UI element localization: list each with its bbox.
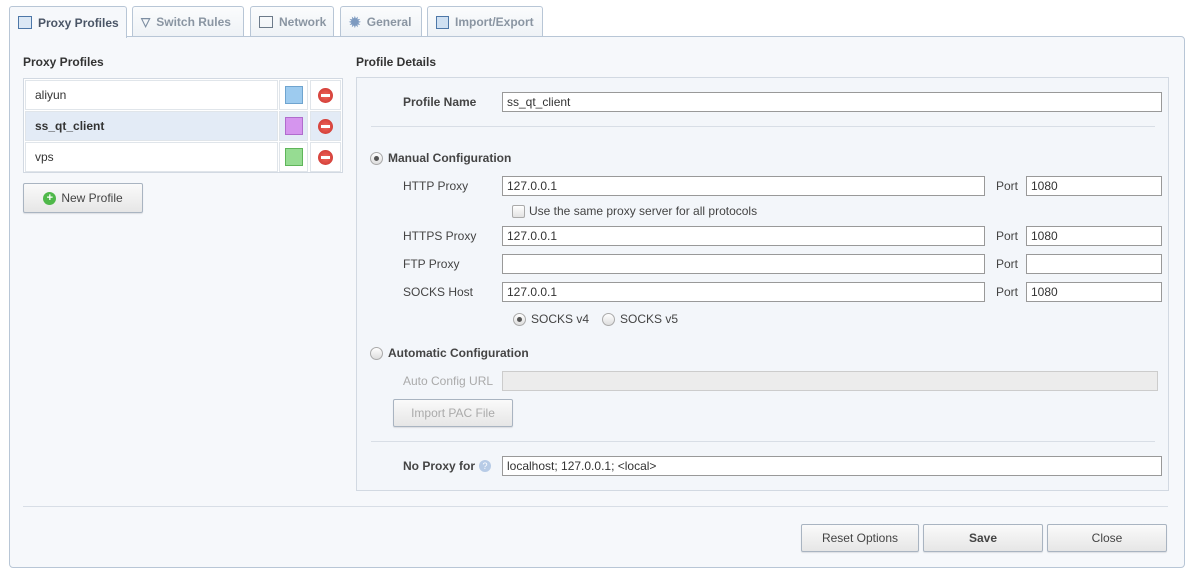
profile-list: aliyun ss_qt_client vps bbox=[23, 78, 343, 173]
https-port-input[interactable]: 1080 bbox=[1026, 226, 1162, 246]
delete-profile-button[interactable] bbox=[310, 80, 341, 110]
socks-host-label: SOCKS Host bbox=[403, 285, 474, 299]
delete-profile-button[interactable] bbox=[310, 111, 341, 141]
profile-color-cell[interactable] bbox=[279, 111, 308, 141]
color-swatch[interactable] bbox=[284, 86, 303, 104]
http-proxy-label: HTTP Proxy bbox=[403, 179, 469, 193]
socks-port-input[interactable]: 1080 bbox=[1026, 282, 1162, 302]
profile-color-cell[interactable] bbox=[279, 142, 308, 172]
profile-name-input[interactable]: ss_qt_client bbox=[502, 92, 1162, 112]
profiles-heading: Proxy Profiles bbox=[23, 55, 104, 69]
https-proxy-input[interactable]: 127.0.0.1 bbox=[502, 226, 985, 246]
port-label: Port bbox=[996, 257, 1019, 271]
delete-icon bbox=[318, 87, 333, 103]
new-profile-button[interactable]: + New Profile bbox=[23, 183, 143, 213]
ftp-port-input[interactable] bbox=[1026, 254, 1162, 274]
no-proxy-label: No Proxy for bbox=[403, 459, 476, 473]
reset-options-button[interactable]: Reset Options bbox=[801, 524, 919, 552]
tab-general[interactable]: ✹ General bbox=[340, 6, 422, 37]
filter-icon: ▽ bbox=[141, 15, 151, 29]
details-heading: Profile Details bbox=[356, 55, 437, 69]
socks-v5-label: SOCKS v5 bbox=[620, 312, 679, 326]
network-icon bbox=[259, 16, 273, 28]
profile-name[interactable]: ss_qt_client bbox=[25, 111, 278, 141]
help-icon[interactable]: ? bbox=[479, 460, 491, 472]
footer-divider bbox=[23, 506, 1168, 507]
color-swatch[interactable] bbox=[284, 148, 303, 166]
profile-name-label: Profile Name bbox=[403, 95, 477, 109]
profile-color-cell[interactable] bbox=[279, 80, 308, 110]
gear-icon: ✹ bbox=[349, 13, 361, 30]
socks-v4-radio[interactable] bbox=[513, 313, 526, 326]
delete-profile-button[interactable] bbox=[310, 142, 341, 172]
divider bbox=[371, 126, 1155, 127]
auto-config-label: Automatic Configuration bbox=[388, 346, 529, 360]
auto-config-url-label: Auto Config URL bbox=[403, 374, 494, 388]
profile-name[interactable]: vps bbox=[25, 142, 278, 172]
import-pac-button[interactable]: Import PAC File bbox=[393, 399, 513, 427]
same-proxy-checkbox[interactable] bbox=[512, 205, 525, 218]
auto-config-url-input[interactable] bbox=[502, 371, 1158, 391]
socks-v4-label: SOCKS v4 bbox=[531, 312, 590, 326]
manual-config-radio[interactable] bbox=[370, 152, 383, 165]
same-proxy-label: Use the same proxy server for all protoc… bbox=[529, 204, 758, 218]
port-label: Port bbox=[996, 179, 1019, 193]
divider bbox=[371, 441, 1155, 442]
http-proxy-input[interactable]: 127.0.0.1 bbox=[502, 176, 985, 196]
floppy-disk-icon bbox=[436, 15, 449, 29]
auto-config-radio[interactable] bbox=[370, 347, 383, 360]
tab-switch-rules[interactable]: ▽ Switch Rules bbox=[132, 6, 244, 37]
no-proxy-input[interactable]: localhost; 127.0.0.1; <local> bbox=[502, 456, 1162, 476]
https-proxy-label: HTTPS Proxy bbox=[403, 229, 477, 243]
color-swatch[interactable] bbox=[284, 117, 303, 135]
delete-icon bbox=[318, 118, 333, 134]
port-label: Port bbox=[996, 229, 1019, 243]
socks-host-input[interactable]: 127.0.0.1 bbox=[502, 282, 985, 302]
profile-name[interactable]: aliyun bbox=[25, 80, 278, 110]
save-button[interactable]: Save bbox=[923, 524, 1043, 552]
tab-proxy-profiles[interactable]: Proxy Profiles bbox=[9, 6, 127, 38]
close-button[interactable]: Close bbox=[1047, 524, 1167, 552]
delete-icon bbox=[318, 149, 333, 165]
tab-import-export[interactable]: Import/Export bbox=[427, 6, 543, 37]
plus-circle-icon: + bbox=[43, 191, 57, 205]
ftp-proxy-label: FTP Proxy bbox=[403, 257, 460, 271]
socks-v5-radio[interactable] bbox=[602, 313, 615, 326]
port-label: Port bbox=[996, 285, 1019, 299]
profile-list-icon bbox=[18, 16, 32, 29]
ftp-proxy-input[interactable] bbox=[502, 254, 985, 274]
tab-network[interactable]: Network bbox=[250, 6, 334, 37]
http-port-input[interactable]: 1080 bbox=[1026, 176, 1162, 196]
manual-config-label: Manual Configuration bbox=[388, 151, 512, 165]
